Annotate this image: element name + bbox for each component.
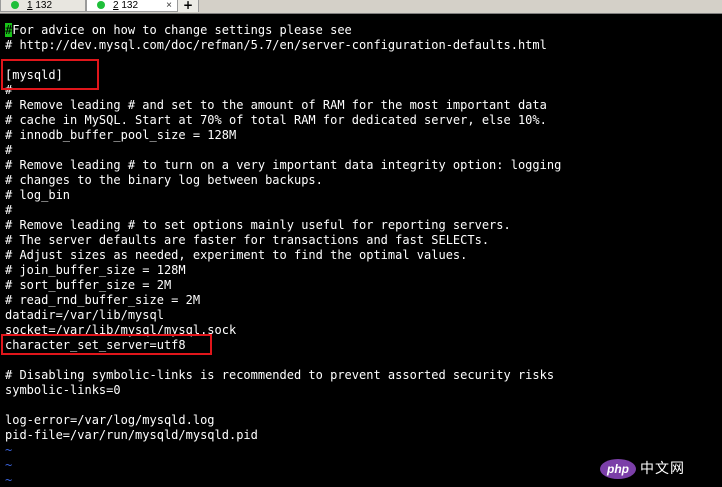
watermark: php 中文网 xyxy=(600,457,720,483)
tab-host: 132 xyxy=(32,0,53,11)
empty-buffer-line: ~ xyxy=(5,473,13,487)
terminal-line: # Adjust sizes as needed, experiment to … xyxy=(5,248,468,262)
terminal-line: # cache in MySQL. Start at 70% of total … xyxy=(5,113,547,127)
tab-label: 2 132 xyxy=(113,0,138,11)
connected-status-icon xyxy=(11,1,19,9)
tab-session-1[interactable]: 1 132 xyxy=(0,0,86,12)
close-tab-icon[interactable]: × xyxy=(166,0,172,11)
empty-buffer-line: ~ xyxy=(5,443,13,457)
ssh-terminal-window: 1 132 2 132 × + # For advice on how to c… xyxy=(0,0,722,487)
terminal-line: # Remove leading # and set to the amount… xyxy=(5,98,547,112)
terminal-line: pid-file=/var/run/mysqld/mysqld.pid xyxy=(5,428,258,442)
terminal-line: # Remove leading # to set options mainly… xyxy=(5,218,511,232)
terminal-line: # log_bin xyxy=(5,188,71,202)
terminal-line: # sort_buffer_size = 2M xyxy=(5,278,172,292)
tab-bar: 1 132 2 132 × + xyxy=(0,0,722,14)
terminal-line: # Disabling symbolic-links is recommende… xyxy=(5,368,555,382)
new-tab-button[interactable]: + xyxy=(178,0,199,12)
highlight-box-charset-setting xyxy=(1,334,212,355)
terminal-line: datadir=/var/lib/mysql xyxy=(5,308,164,322)
terminal-line: # xyxy=(5,143,13,157)
terminal-line: # join_buffer_size = 128M xyxy=(5,263,186,277)
watermark-text: 中文网 xyxy=(640,461,685,477)
terminal-line: # The server defaults are faster for tra… xyxy=(5,233,490,247)
terminal-line: # read_rnd_buffer_size = 2M xyxy=(5,293,201,307)
connected-status-icon xyxy=(97,1,105,9)
terminal-line: # http://dev.mysql.com/doc/refman/5.7/en… xyxy=(5,38,547,52)
terminal-line: # innodb_buffer_pool_size = 128M xyxy=(5,128,237,142)
terminal-line: symbolic-links=0 xyxy=(5,383,121,397)
tab-host: 132 xyxy=(118,0,139,11)
terminal-cursor: # xyxy=(5,23,13,37)
terminal-line: # Remove leading # to turn on a very imp… xyxy=(5,158,562,172)
terminal-line: For advice on how to change settings ple… xyxy=(5,23,352,37)
php-logo: php xyxy=(600,459,636,479)
tab-session-2[interactable]: 2 132 × xyxy=(86,0,178,12)
empty-buffer-line: ~ xyxy=(5,458,13,472)
terminal-line: log-error=/var/log/mysqld.log xyxy=(5,413,215,427)
terminal-line: # changes to the binary log between back… xyxy=(5,173,323,187)
highlight-box-mysqld-section xyxy=(1,59,99,90)
terminal-line: # xyxy=(5,203,13,217)
terminal-content[interactable]: # For advice on how to change settings p… xyxy=(0,14,722,487)
tab-label: 1 132 xyxy=(27,0,52,11)
